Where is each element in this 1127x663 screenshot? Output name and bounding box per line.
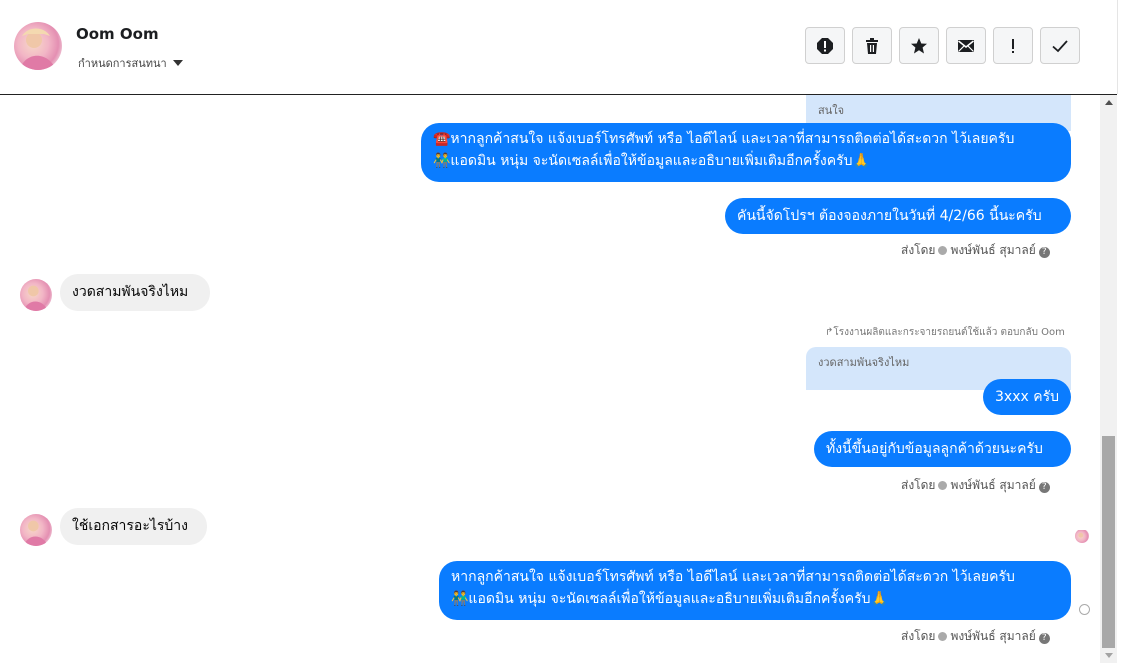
trash-icon: [866, 37, 878, 54]
conversation-actions: [805, 27, 1080, 64]
mail-icon: [958, 39, 974, 52]
incoming-message[interactable]: งวดสามพันจริงไหม: [60, 274, 210, 311]
message-text: ทั้งนี้ขึ้นอยู่กับข้อมูลลูกค้าด้วยนะครับ: [826, 441, 1043, 457]
assign-label: กำหนดการสนทนา: [78, 57, 167, 70]
scroll-up-arrow-icon[interactable]: [1105, 100, 1113, 105]
sent-check-icon: [938, 481, 948, 490]
message-text: งวดสามพันจริงไหม: [72, 284, 189, 300]
quoted-text: งวดสามพันจริงไหม: [818, 356, 910, 369]
sender-name[interactable]: พงษ์พันธ์ สุมาลย์: [950, 629, 1035, 643]
sent-check-icon: [938, 632, 948, 641]
help-icon[interactable]: ?: [1038, 247, 1050, 258]
star-icon: [911, 37, 927, 53]
sent-by-info: ส่งโดย พงษ์พันธ์ สุมาลย์?: [901, 476, 1050, 495]
message-thread: สนใจ ☎️หากลูกค้าสนใจ แจ้งเบอร์โทรศัพท์ ห…: [0, 95, 1100, 663]
outgoing-message[interactable]: ☎️หากลูกค้าสนใจ แจ้งเบอร์โทรศัพท์ หรือ ไ…: [421, 123, 1071, 182]
sender-name[interactable]: พงษ์พันธ์ สุมาลย์: [950, 478, 1035, 492]
scrollbar-thumb[interactable]: [1102, 436, 1115, 648]
conversation-header: Oom Oom กำหนดการสนทนา: [0, 0, 1117, 95]
sent-by-label: ส่งโดย: [901, 243, 936, 257]
important-button[interactable]: [993, 27, 1033, 64]
message-text: ใช้เอกสารอะไรบ้าง: [72, 518, 189, 534]
outgoing-message[interactable]: คันนี้จัดโปรฯ ต้องจองภายในวันที่ 4/2/66 …: [725, 198, 1071, 234]
help-icon[interactable]: ?: [1038, 482, 1050, 493]
outgoing-message[interactable]: หากลูกค้าสนใจ แจ้งเบอร์โทรศัพท์ หรือ ไอด…: [439, 561, 1071, 620]
important-icon: [1012, 38, 1014, 53]
sender-name[interactable]: พงษ์พันธ์ สุมาลย์: [950, 243, 1035, 257]
vertical-scrollbar[interactable]: [1100, 95, 1117, 663]
delivered-status-icon: [1079, 604, 1090, 615]
contact-avatar-small[interactable]: [20, 279, 52, 311]
check-icon: [1052, 39, 1068, 52]
scroll-down-arrow-icon[interactable]: [1105, 653, 1113, 658]
assign-conversation-dropdown[interactable]: กำหนดการสนทนา: [78, 54, 183, 72]
quoted-text: สนใจ: [818, 104, 845, 117]
caret-down-icon: [172, 60, 183, 66]
outgoing-message[interactable]: ทั้งนี้ขึ้นอยู่กับข้อมูลลูกค้าด้วยนะครับ: [814, 431, 1071, 467]
report-spam-button[interactable]: [805, 27, 845, 64]
message-text: คันนี้จัดโปรฯ ต้องจองภายในวันที่ 4/2/66 …: [737, 208, 1042, 224]
outgoing-message[interactable]: 3xxx ครับ: [983, 379, 1071, 415]
help-icon[interactable]: ?: [1038, 633, 1050, 644]
sent-by-info: ส่งโดย พงษ์พันธ์ สุมาลย์?: [901, 241, 1050, 260]
contact-name[interactable]: Oom Oom: [76, 25, 159, 43]
mark-done-button[interactable]: [1040, 27, 1080, 64]
message-text: 3xxx ครับ: [995, 389, 1059, 405]
message-text: 👬แอดมิน หนุ่ม จะนัดเซลล์เพื่อให้ข้อมูลแล…: [433, 153, 870, 169]
delete-button[interactable]: [852, 27, 892, 64]
sent-by-label: ส่งโดย: [901, 629, 936, 643]
incoming-message[interactable]: ใช้เอกสารอะไรบ้าง: [60, 508, 207, 545]
contact-avatar[interactable]: [14, 22, 62, 70]
sent-check-icon: [938, 246, 948, 255]
message-text: หากลูกค้าสนใจ แจ้งเบอร์โทรศัพท์ หรือ ไอด…: [451, 569, 1015, 585]
seen-by-avatar: [1075, 529, 1089, 543]
message-text: ☎️หากลูกค้าสนใจ แจ้งเบอร์โทรศัพท์ หรือ ไ…: [433, 131, 1015, 147]
report-icon: [817, 37, 833, 54]
star-button[interactable]: [899, 27, 939, 64]
sent-by-label: ส่งโดย: [901, 478, 936, 492]
reply-note: ↱โรงงานผลิตและกระจายรถยนต์ใช้แล้ว ตอบกลั…: [825, 327, 1065, 338]
sent-by-info: ส่งโดย พงษ์พันธ์ สุมาลย์?: [901, 627, 1050, 646]
mark-unread-button[interactable]: [946, 27, 986, 64]
window-edge: [1117, 0, 1127, 94]
contact-avatar-small[interactable]: [20, 514, 52, 546]
message-text: 👬แอดมิน หนุ่ม จะนัดเซลล์เพื่อให้ข้อมูลแล…: [451, 591, 888, 607]
